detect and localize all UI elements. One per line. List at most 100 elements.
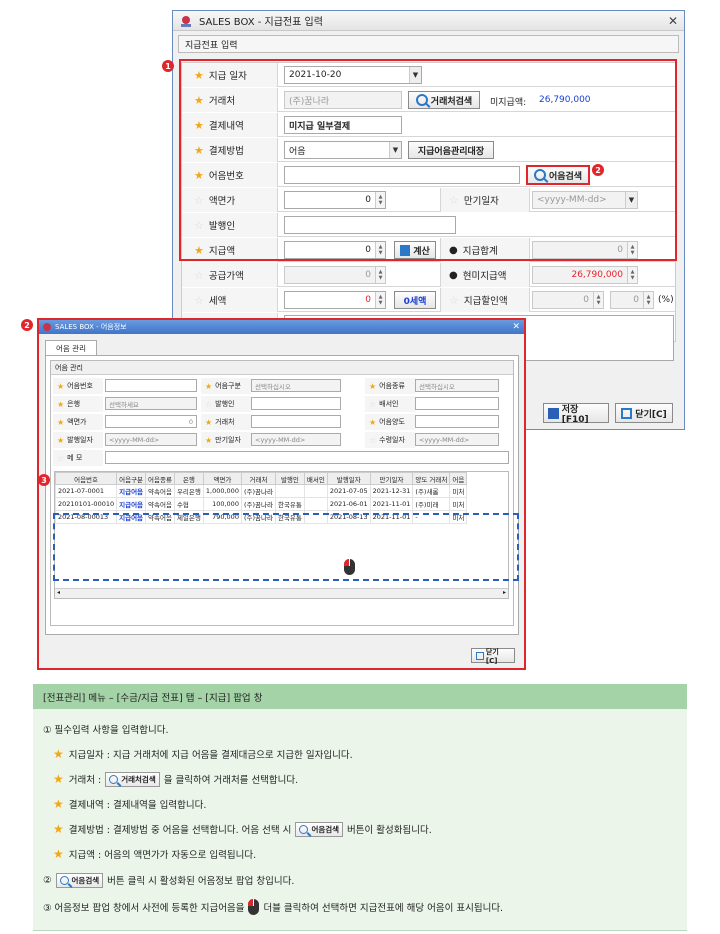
scroll-right-icon[interactable]: ▸ (503, 589, 506, 596)
close-button[interactable]: 닫기[C] (615, 403, 673, 423)
tab-payment-slip[interactable]: 지급전표 입력 (178, 35, 679, 53)
vendor-search-mini-button: 거래처검색 (105, 771, 160, 787)
cash-unpaid-input[interactable]: 26,790,000 ▲ ▼ (532, 266, 638, 284)
column-header[interactable]: 어음 (449, 472, 468, 485)
search-icon (59, 875, 69, 885)
mouse-icon (344, 559, 355, 575)
table-cell: 약속어음 (145, 484, 175, 498)
exit-icon (476, 651, 484, 660)
note-panel: 어음 관리 ★ 어음번호 ★ 어음구분 선택하십시오 ★ 어음종류 선택하십시오 ★ 은… (45, 355, 519, 635)
horizontal-scrollbar[interactable]: ◂ ▸ (55, 588, 508, 598)
star-icon: ★ (53, 772, 64, 786)
close-icon[interactable]: ✕ (512, 322, 520, 332)
filter-issuer[interactable] (251, 397, 341, 410)
spinner-icon[interactable]: ▲ ▼ (593, 292, 603, 308)
panel-title: 어음 관리 (51, 361, 513, 375)
table-cell: 2021-11-01 (369, 497, 414, 511)
star-icon: ★ (53, 747, 64, 761)
column-header[interactable]: 어음구분 (116, 472, 147, 485)
scroll-left-icon[interactable]: ◂ (57, 589, 60, 596)
highlight-box-required (179, 59, 677, 261)
badge-2b: 2 (21, 319, 33, 331)
table-cell: 한국유통 (274, 497, 305, 511)
required-star-icon: ★ (57, 399, 65, 409)
filter-issue-date[interactable]: <yyyy-MM-dd> (105, 433, 197, 446)
window-title: SALES BOX - 어음정보 (55, 323, 127, 331)
filter-note-kind[interactable]: 선택하십시오 (415, 379, 499, 392)
column-header[interactable]: 만기일자 (369, 472, 414, 485)
filter-transferee[interactable] (415, 415, 499, 428)
spinner-icon[interactable]: ▲ ▼ (375, 267, 385, 283)
filter-receive-date[interactable]: <yyyy-MM-dd> (415, 433, 499, 446)
note-search-mini-button: 어음검색 (295, 821, 344, 837)
filter-memo[interactable] (105, 451, 509, 464)
search-icon (299, 824, 309, 834)
table-cell: 지급어음 (116, 497, 147, 511)
filter-note-type[interactable]: 선택하십시오 (251, 379, 341, 392)
spinner-icon[interactable]: ▲ ▼ (375, 292, 385, 308)
table-cell: 수협 (173, 497, 204, 511)
column-header[interactable]: 은행 (173, 472, 204, 485)
filter-endorser[interactable] (415, 397, 499, 410)
app-logo-icon (181, 15, 191, 27)
filter-due-date[interactable]: <yyyy-MM-dd> (251, 433, 341, 446)
column-header[interactable]: 어음번호 (55, 472, 118, 485)
spinner-icon[interactable]: ▲ ▼ (627, 267, 637, 283)
tab-note-management[interactable]: 어음 관리 (45, 340, 97, 355)
notes-body: ① 필수입력 사항을 입력합니다. ★ 지급일자 : 지급 거래처에 지급 어음을… (33, 709, 687, 931)
column-header[interactable]: 어음종류 (145, 472, 175, 485)
required-star-icon: ★ (205, 417, 213, 427)
percent-label: (%) (658, 295, 674, 305)
table-cell: 2021-07-05 (326, 484, 371, 498)
badge-2: 2 (592, 164, 604, 176)
optional-star-icon: ☆ (57, 453, 65, 463)
close-button[interactable]: 닫기[C] (471, 648, 515, 665)
table-cell: 100,000 (202, 497, 242, 511)
mouse-icon (248, 899, 260, 915)
required-star-icon: ★ (205, 381, 213, 391)
filter-bank[interactable]: 선택하세요 (105, 397, 197, 410)
required-star-icon: ★ (205, 435, 213, 445)
discount-rate-input[interactable]: 0 ▲ ▼ (610, 291, 654, 309)
filter-vendor[interactable] (251, 415, 341, 428)
discount-input[interactable]: 0 ▲ ▼ (532, 291, 604, 309)
tax-input[interactable]: 0 ▲ ▼ (284, 291, 386, 309)
filter-note-number[interactable] (105, 379, 197, 392)
highlight-box-grid (53, 513, 519, 581)
star-icon: ★ (53, 797, 64, 811)
window-titlebar: SALES BOX - 지급전표 입력 ✕ (173, 11, 684, 31)
optional-star-icon: ☆ (369, 435, 377, 445)
close-icon[interactable]: ✕ (668, 14, 678, 28)
required-star-icon: ★ (369, 417, 377, 427)
column-header[interactable]: 발행인 (274, 472, 305, 485)
tax-button[interactable]: 0세액 (394, 291, 436, 309)
badge-3: 3 (38, 474, 50, 486)
required-star-icon: ★ (369, 381, 377, 391)
table-row[interactable]: 2021-07-0001 지급어음 약속어음 우리은행 1,000,000 (주)꿈나라 2… (55, 484, 468, 498)
bullet-icon: ● (449, 269, 458, 281)
note-search-mini-button: 어음검색 (55, 872, 104, 888)
table-cell: 우리은행 (173, 484, 204, 498)
badge-1: 1 (162, 60, 174, 72)
filter-face[interactable]: 0 (105, 415, 197, 428)
search-icon (109, 774, 119, 784)
save-button[interactable]: 저장[F10] (543, 403, 609, 425)
supply-input[interactable]: 0 ▲ ▼ (284, 266, 386, 284)
column-header[interactable]: 액면가 (202, 472, 242, 485)
required-star-icon: ★ (57, 381, 65, 391)
note-info-window: SALES BOX - 어음정보 ✕ 어음 관리 어음 관리 ★ 어음번호 ★ 어음… (37, 318, 526, 670)
table-cell: 지급어음 (116, 484, 147, 498)
disk-icon (548, 407, 559, 419)
table-cell: (주)꿈나라 (240, 497, 276, 511)
column-header[interactable]: 발행일자 (326, 472, 371, 485)
table-cell: 2021-12-31 (369, 484, 414, 498)
spinner-icon[interactable]: ▲ ▼ (643, 292, 653, 308)
column-header[interactable]: 배서인 (303, 472, 328, 485)
table-cell: 1,000,000 (202, 484, 242, 498)
column-header[interactable]: 거래처 (240, 472, 276, 485)
required-star-icon: ★ (57, 417, 65, 427)
table-row[interactable]: 20210101-00010 지급어음 약속어음 수협 100,000 (주)꿈나라 한국유… (55, 497, 468, 511)
table-cell (303, 484, 328, 498)
notes-header: [전표관리] 메뉴 – [수금/지급 전표] 탭 – [지급] 팝업 창 (33, 684, 687, 709)
column-header[interactable]: 양도 거래처 (412, 472, 451, 485)
